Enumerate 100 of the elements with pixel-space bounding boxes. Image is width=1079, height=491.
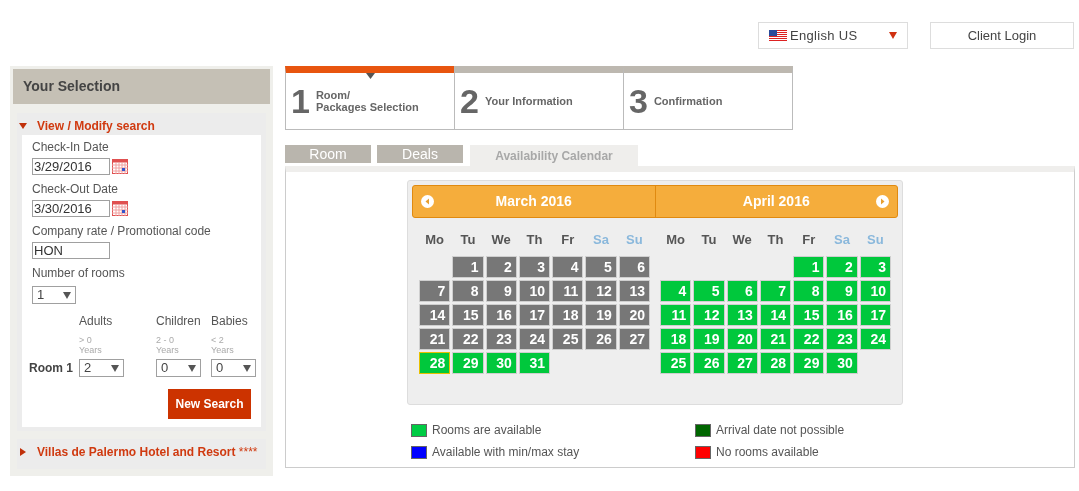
client-login-button[interactable]: Client Login bbox=[930, 22, 1074, 49]
section-header[interactable]: View / Modify search bbox=[17, 113, 157, 139]
calendar-day[interactable]: 15 bbox=[452, 303, 484, 326]
guest-column-label: Babies bbox=[211, 313, 249, 330]
weekday-label: We bbox=[490, 231, 512, 249]
calendar-day[interactable]: 5 bbox=[693, 279, 725, 302]
calendar-day[interactable]: 8 bbox=[793, 279, 825, 302]
legend-label: No rooms available bbox=[716, 444, 819, 461]
calendar-day[interactable]: 22 bbox=[452, 327, 484, 350]
legend-label: Arrival date not possible bbox=[716, 422, 845, 439]
legend-label: Available with min/max stay bbox=[432, 444, 580, 461]
guest-count-select[interactable]: 0 bbox=[211, 359, 256, 377]
calendar-day[interactable]: 28 bbox=[759, 351, 792, 374]
collapsed-caret-icon bbox=[19, 448, 27, 456]
calendar-day[interactable]: 16 bbox=[826, 303, 858, 326]
calendar-day[interactable]: 9 bbox=[826, 279, 858, 302]
age-unit: Years bbox=[79, 345, 103, 355]
calendar-day[interactable]: 30 bbox=[826, 351, 858, 374]
weekday-label: Th bbox=[525, 231, 544, 249]
calendar-day[interactable]: 24 bbox=[859, 327, 891, 350]
calendar-icon[interactable] bbox=[112, 159, 128, 174]
sidebar-title: Your Selection bbox=[13, 69, 270, 104]
calendar-day[interactable]: 17 bbox=[859, 303, 891, 326]
expanded-caret-icon bbox=[19, 122, 27, 130]
calendar-icon[interactable] bbox=[112, 201, 128, 216]
step-label: Confirmation bbox=[653, 95, 723, 107]
calendar-day[interactable]: 18 bbox=[552, 303, 584, 326]
calendar-day[interactable]: 13 bbox=[618, 279, 650, 302]
caret-icon bbox=[63, 291, 71, 299]
guest-count-select[interactable]: 2 bbox=[79, 359, 124, 377]
calendar-day[interactable]: 25 bbox=[660, 351, 692, 374]
calendar-day[interactable]: 8 bbox=[452, 279, 484, 302]
month-title: April 2016 bbox=[741, 192, 811, 211]
calendar-day[interactable]: 19 bbox=[585, 303, 617, 326]
calendar-day[interactable]: 26 bbox=[693, 351, 725, 374]
calendar-day[interactable]: 11 bbox=[552, 279, 584, 302]
calendar-day[interactable]: 20 bbox=[618, 303, 650, 326]
calendar-day[interactable]: 1 bbox=[793, 255, 825, 278]
calendar-day[interactable]: 4 bbox=[660, 279, 692, 302]
age-unit: Years bbox=[156, 345, 180, 355]
calendar-day[interactable]: 21 bbox=[759, 327, 792, 350]
calendar-day[interactable]: 6 bbox=[618, 255, 650, 278]
calendar-day[interactable]: 28 bbox=[419, 351, 451, 374]
calendar-day[interactable]: 29 bbox=[793, 351, 825, 374]
calendar-day[interactable]: 15 bbox=[793, 303, 825, 326]
calendar-day[interactable]: 6 bbox=[726, 279, 758, 302]
weekday-label: Tu bbox=[459, 231, 477, 249]
calendar-day[interactable]: 30 bbox=[485, 351, 517, 374]
checkin-date-field[interactable]: 3/29/2016 bbox=[32, 158, 110, 175]
calendar-day[interactable]: 9 bbox=[485, 279, 517, 302]
calendar-day[interactable]: 17 bbox=[518, 303, 551, 326]
promo-code-field[interactable]: HON bbox=[32, 242, 110, 259]
weekday-label: Mo bbox=[665, 231, 687, 249]
calendar-day[interactable]: 29 bbox=[452, 351, 484, 374]
calendar-day[interactable]: 14 bbox=[419, 303, 451, 326]
calendar-day[interactable]: 3 bbox=[518, 255, 551, 278]
calendar-day[interactable]: 2 bbox=[485, 255, 517, 278]
weekday-label: Su bbox=[625, 231, 644, 249]
calendar-day[interactable]: 23 bbox=[826, 327, 858, 350]
calendar-day[interactable]: 25 bbox=[552, 327, 584, 350]
calendar-day[interactable]: 31 bbox=[518, 351, 551, 374]
calendar-day[interactable]: 1 bbox=[452, 255, 484, 278]
calendar-day[interactable]: 13 bbox=[726, 303, 758, 326]
calendar-day[interactable]: 24 bbox=[518, 327, 551, 350]
calendar-day[interactable]: 3 bbox=[859, 255, 891, 278]
calendar-day[interactable]: 10 bbox=[518, 279, 551, 302]
language-select[interactable]: English US bbox=[758, 22, 908, 49]
room-label: Room 1 bbox=[29, 360, 74, 377]
calendar-day[interactable]: 2 bbox=[826, 255, 858, 278]
calendar-day[interactable]: 14 bbox=[759, 303, 792, 326]
calendar-day[interactable]: 7 bbox=[759, 279, 792, 302]
calendar-day[interactable]: 11 bbox=[660, 303, 692, 326]
calendar-day[interactable]: 18 bbox=[660, 327, 692, 350]
calendar-day[interactable]: 19 bbox=[693, 327, 725, 350]
calendar-day[interactable]: 4 bbox=[552, 255, 584, 278]
calendar-day[interactable]: 5 bbox=[585, 255, 617, 278]
calendar-day[interactable]: 27 bbox=[618, 327, 650, 350]
calendar-day[interactable]: 10 bbox=[859, 279, 891, 302]
weekday-label: Fr bbox=[560, 231, 576, 249]
calendar-day[interactable]: 12 bbox=[693, 303, 725, 326]
checkout-date-field[interactable]: 3/30/2016 bbox=[32, 200, 110, 217]
step-number: 3 bbox=[629, 84, 648, 118]
calendar-day[interactable]: 20 bbox=[726, 327, 758, 350]
calendar-day[interactable]: 16 bbox=[485, 303, 517, 326]
guest-count-select[interactable]: 0 bbox=[156, 359, 201, 377]
section-header[interactable]: Villas de Palermo Hotel and Resort **** bbox=[17, 439, 260, 465]
calendar-day[interactable]: 23 bbox=[485, 327, 517, 350]
weekday-label: Mo bbox=[424, 231, 446, 249]
calendar-day[interactable]: 7 bbox=[419, 279, 451, 302]
calendar-day[interactable]: 21 bbox=[419, 327, 451, 350]
calendar-day[interactable]: 22 bbox=[793, 327, 825, 350]
calendar-day[interactable]: 27 bbox=[726, 351, 758, 374]
step-label: Room/ Packages Selection bbox=[315, 89, 419, 113]
field-label: Company rate / Promotional code bbox=[32, 223, 212, 240]
rooms-select[interactable]: 1 bbox=[32, 286, 76, 304]
new-search-button[interactable]: New Search bbox=[168, 389, 251, 419]
calendar-day[interactable]: 26 bbox=[585, 327, 617, 350]
field-label: Number of rooms bbox=[32, 265, 126, 282]
field-label: Check-Out Date bbox=[32, 181, 120, 198]
calendar-day[interactable]: 12 bbox=[585, 279, 617, 302]
